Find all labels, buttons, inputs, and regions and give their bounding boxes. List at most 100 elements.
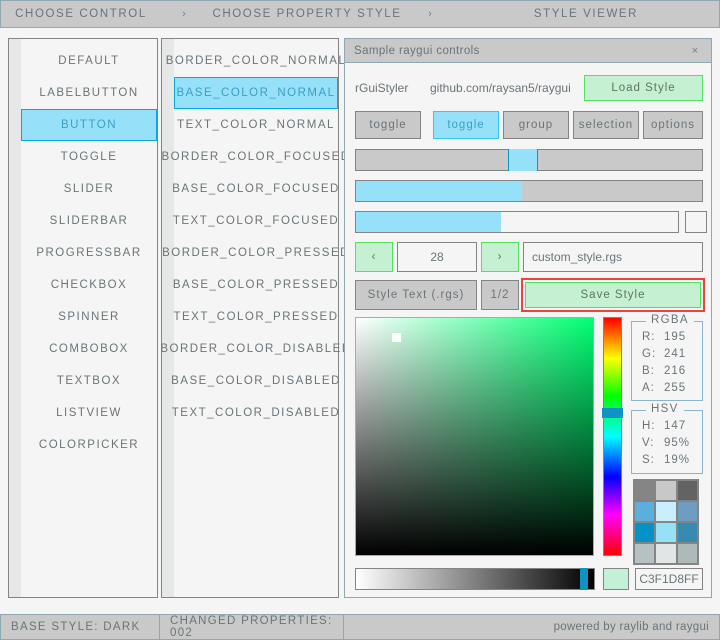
slider-knob[interactable] — [508, 149, 538, 171]
sliderbar-fill — [356, 181, 522, 201]
palette-swatch-11[interactable] — [678, 544, 697, 563]
control-item-progressbar[interactable]: PROGRESSBAR — [21, 237, 157, 269]
toolbar-choose-property-style[interactable]: CHOOSE PROPERTY STYLE — [207, 1, 407, 27]
control-item-default[interactable]: DEFAULT — [21, 45, 157, 77]
control-item-textbox[interactable]: TEXTBOX — [21, 365, 157, 397]
control-item-checkbox[interactable]: CHECKBOX — [21, 269, 157, 301]
window-title-text: Sample raygui controls — [354, 45, 480, 57]
toolbar-style-viewer[interactable]: STYLE VIEWER — [453, 1, 719, 27]
rgba-a-value[interactable]: 255 — [664, 382, 686, 394]
close-icon[interactable]: × — [687, 43, 703, 59]
hue-gradient — [604, 318, 621, 555]
rgba-groupbox: RGBA R: 195 G: 241 B: 216 A: 255 — [631, 321, 703, 401]
hsv-v-value[interactable]: 95% — [664, 437, 690, 449]
property-item-text-color-pressed[interactable]: TEXT_COLOR_PRESSED — [174, 301, 338, 333]
color-palette[interactable] — [633, 479, 699, 565]
hex-value-textbox[interactable]: C3F1D8FF — [635, 568, 703, 590]
alpha-bar[interactable] — [355, 568, 595, 590]
control-item-sliderbar[interactable]: SLIDERBAR — [21, 205, 157, 237]
spinner-increment-button[interactable]: › — [481, 242, 519, 272]
list-item-label: TEXT_COLOR_DISABLED — [172, 407, 340, 419]
toggle-button-selection[interactable]: selection — [573, 111, 639, 139]
palette-swatch-4[interactable] — [656, 502, 675, 521]
hsv-h-value[interactable]: 147 — [664, 420, 686, 432]
sv-cursor[interactable] — [392, 333, 401, 342]
hue-selector[interactable] — [602, 408, 623, 418]
control-item-combobox[interactable]: COMBOBOX — [21, 333, 157, 365]
rgba-g-value[interactable]: 241 — [664, 348, 686, 360]
style-text-button[interactable]: Style Text (.rgs) — [355, 280, 477, 310]
list-item-label: BORDER_COLOR_PRESSED — [162, 247, 350, 259]
hsv-s-value[interactable]: 19% — [664, 454, 690, 466]
palette-swatch-6[interactable] — [635, 523, 654, 542]
palette-swatch-9[interactable] — [635, 544, 654, 563]
toggle-button-1[interactable]: toggle — [355, 111, 421, 139]
page-indicator[interactable]: 1/2 — [481, 280, 519, 310]
property-item-border-color-normal[interactable]: BORDER_COLOR_NORMAL — [174, 45, 338, 77]
property-item-border-color-focused[interactable]: BORDER_COLOR_FOCUSED — [174, 141, 338, 173]
property-item-border-color-pressed[interactable]: BORDER_COLOR_PRESSED — [174, 237, 338, 269]
property-item-border-color-disabled[interactable]: BORDER_COLOR_DISABLED — [174, 333, 338, 365]
property-item-base-color-focused[interactable]: BASE_COLOR_FOCUSED — [174, 173, 338, 205]
property-style-list-panel: BORDER_COLOR_NORMAL BASE_COLOR_NORMAL TEXT… — [161, 38, 339, 598]
control-item-button[interactable]: BUTTON — [21, 109, 157, 141]
toggle-button-options[interactable]: options — [643, 111, 703, 139]
palette-swatch-3[interactable] — [635, 502, 654, 521]
property-item-base-color-disabled[interactable]: BASE_COLOR_DISABLED — [174, 365, 338, 397]
status-base-style: BASE STYLE: DARK — [0, 614, 160, 640]
repo-link-label[interactable]: github.com/raysan5/raygui — [430, 75, 571, 101]
list-item-label: BASE_COLOR_NORMAL — [176, 87, 335, 99]
palette-swatch-2[interactable] — [678, 481, 697, 500]
control-item-labelbutton[interactable]: LABELBUTTON — [21, 77, 157, 109]
toolbar-choose-control[interactable]: CHOOSE CONTROL — [1, 1, 161, 27]
list-item-label: TEXT_COLOR_FOCUSED — [173, 215, 339, 227]
sv-black-layer — [356, 318, 593, 555]
hsv-v-label: V: — [642, 437, 654, 449]
status-bar: BASE STYLE: DARK CHANGED PROPERTIES: 002… — [0, 614, 720, 640]
breadcrumb-chevron-right-icon: › — [161, 8, 207, 20]
list-item-label: DEFAULT — [58, 55, 119, 67]
hsv-title: HSV — [646, 403, 684, 415]
save-style-button[interactable]: Save Style — [525, 282, 701, 308]
checkbox[interactable] — [685, 211, 707, 233]
property-item-text-color-disabled[interactable]: TEXT_COLOR_DISABLED — [174, 397, 338, 429]
list-item-label: BUTTON — [61, 119, 117, 131]
hue-bar[interactable] — [603, 317, 622, 556]
alpha-selector[interactable] — [580, 568, 588, 590]
palette-swatch-10[interactable] — [656, 544, 675, 563]
filename-textbox[interactable]: custom_style.rgs — [523, 242, 703, 272]
control-item-slider[interactable]: SLIDER — [21, 173, 157, 205]
property-item-text-color-normal[interactable]: TEXT_COLOR_NORMAL — [174, 109, 338, 141]
list-item-label: BORDER_COLOR_NORMAL — [166, 55, 347, 67]
saturation-value-square[interactable] — [355, 317, 594, 556]
palette-swatch-0[interactable] — [635, 481, 654, 500]
control-item-spinner[interactable]: SPINNER — [21, 301, 157, 333]
property-item-base-color-pressed[interactable]: BASE_COLOR_PRESSED — [174, 269, 338, 301]
sliderbar[interactable] — [355, 180, 703, 202]
load-style-button[interactable]: Load Style — [584, 75, 703, 101]
top-toolbar: CHOOSE CONTROL › CHOOSE PROPERTY STYLE ›… — [0, 0, 720, 28]
rgba-r-value[interactable]: 195 — [664, 331, 686, 343]
spinner-decrement-button[interactable]: ‹ — [355, 242, 393, 272]
spinner-value[interactable]: 28 — [397, 242, 477, 272]
controls-list-scrollbar[interactable] — [9, 39, 21, 597]
property-item-text-color-focused[interactable]: TEXT_COLOR_FOCUSED — [174, 205, 338, 237]
alpha-gradient — [356, 569, 594, 589]
rgba-b-value[interactable]: 216 — [664, 365, 686, 377]
control-item-listview[interactable]: LISTVIEW — [21, 397, 157, 429]
palette-swatch-1[interactable] — [656, 481, 675, 500]
control-item-colorpicker[interactable]: COLORPICKER — [21, 429, 157, 461]
control-item-toggle[interactable]: TOGGLE — [21, 141, 157, 173]
property-item-base-color-normal[interactable]: BASE_COLOR_NORMAL — [174, 77, 338, 109]
palette-swatch-8[interactable] — [678, 523, 697, 542]
palette-swatch-7[interactable] — [656, 523, 675, 542]
property-list-scrollbar[interactable] — [162, 39, 174, 597]
list-item-label: BASE_COLOR_PRESSED — [173, 279, 339, 291]
progressbar — [355, 211, 679, 233]
list-item-label: BASE_COLOR_FOCUSED — [172, 183, 340, 195]
toggle-button-group[interactable]: group — [503, 111, 569, 139]
list-item-label: BORDER_COLOR_DISABLED — [160, 343, 351, 355]
slider[interactable] — [355, 149, 703, 171]
toggle-button-2[interactable]: toggle — [433, 111, 499, 139]
palette-swatch-5[interactable] — [678, 502, 697, 521]
